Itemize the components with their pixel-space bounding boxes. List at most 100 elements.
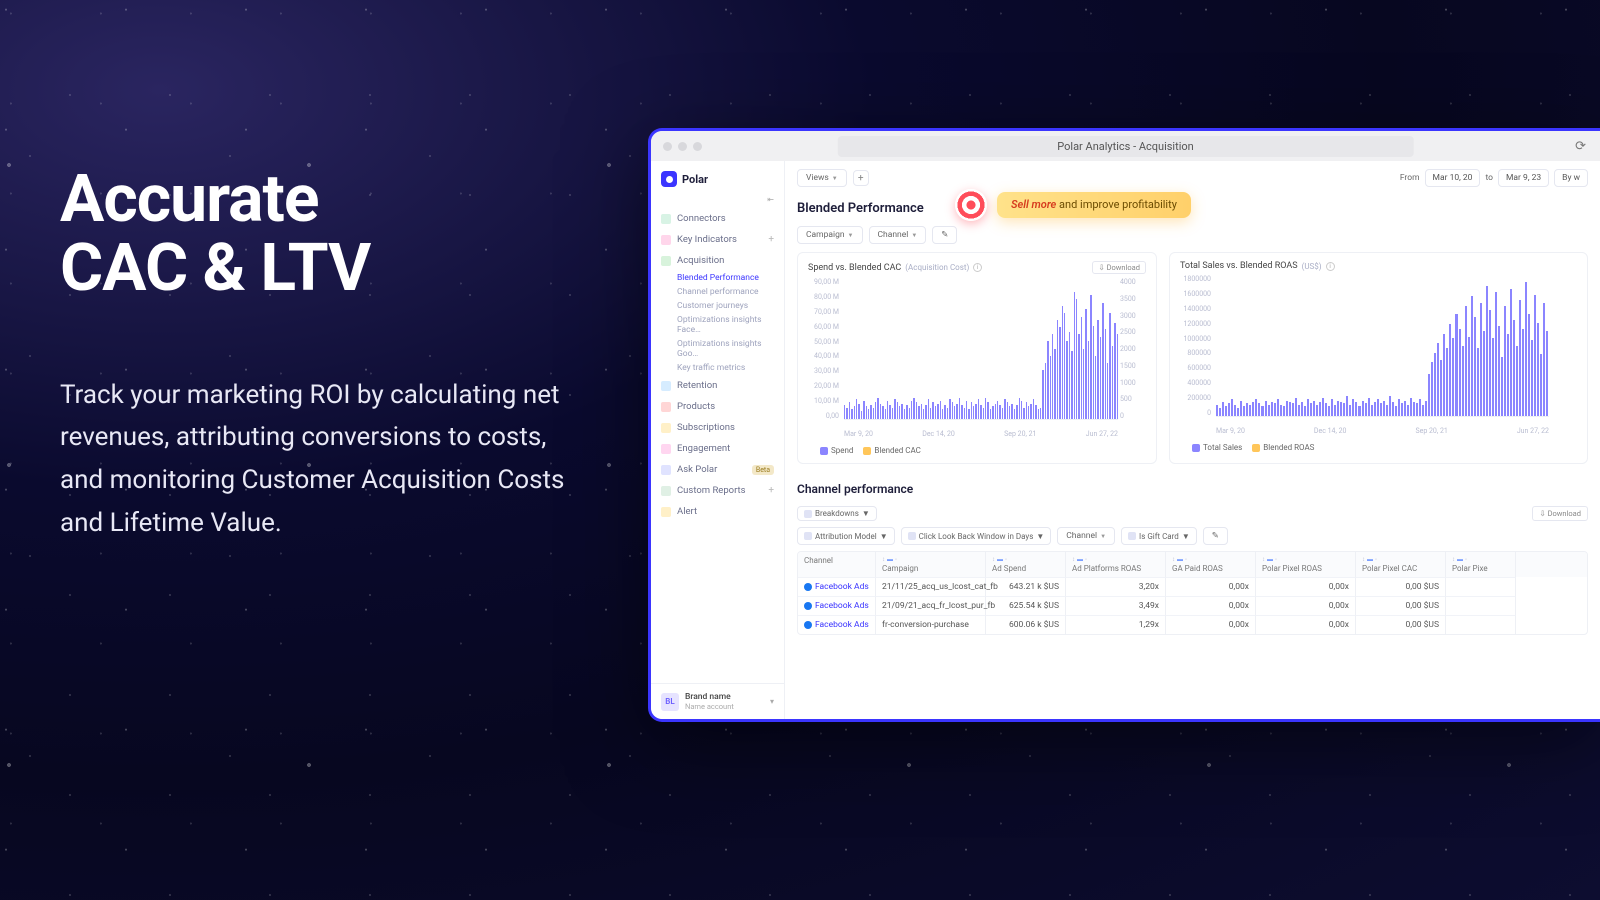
settings-icon: [804, 510, 812, 518]
chevron-down-icon: ▾: [770, 697, 774, 706]
subnav-channel-performance[interactable]: Channel performance: [651, 285, 784, 299]
nav-key-indicators[interactable]: Key Indicators+: [651, 229, 784, 250]
chart-sales-vs-roas: Total Sales vs. Blended ROAS (US$) i 180…: [1169, 252, 1588, 464]
account-name: Name account: [685, 702, 734, 711]
promo-callout: Sell more and improve profitability: [955, 189, 1191, 221]
account-brand: Brand name: [685, 692, 734, 702]
model-icon: [804, 532, 812, 540]
main-content: Views▼ + From Mar 10, 20 to Mar 9, 23 By…: [785, 161, 1600, 719]
section-header: Blended Performance Sell more and improv…: [785, 195, 1600, 226]
hero-text: AccurateCAC & LTV Track your marketing R…: [60, 165, 590, 545]
chart-subtitle: (Acquisition Cost): [905, 263, 969, 272]
chart-legend: Total Sales Blended ROAS: [1180, 435, 1577, 452]
collapse-sidebar-icon[interactable]: ⇤: [767, 195, 784, 204]
channel-table: Channel↕▬◦Campaign↕▬◦Ad Spend↕▬◦Ad Platf…: [797, 551, 1588, 635]
window-title: Polar Analytics - Acquisition: [837, 136, 1413, 157]
spark-icon: [661, 444, 671, 454]
table-row[interactable]: Facebook Adsfr-conversion-purchase600.06…: [798, 615, 1587, 634]
nav-connectors[interactable]: Connectors: [651, 208, 784, 229]
traffic-lights[interactable]: [663, 142, 702, 151]
section2-title: Channel performance: [797, 482, 1588, 496]
chart-icon: [661, 256, 671, 266]
plug-icon: [661, 214, 671, 224]
chart-legend: Spend Blended CAC: [808, 438, 1146, 455]
col-header[interactable]: ↕▬◦Campaign: [876, 552, 986, 577]
chart-title-text: Total Sales vs. Blended ROAS: [1180, 261, 1298, 271]
add-view-button[interactable]: +: [853, 170, 869, 186]
legend-cac: Blended CAC: [863, 446, 920, 455]
facebook-icon: [804, 602, 812, 610]
x-axis: Mar 9, 20Dec 14, 20Sep 20, 21Jun 27, 22: [844, 430, 1118, 438]
hero-title: AccurateCAC & LTV: [60, 165, 590, 304]
facebook-icon: [804, 621, 812, 629]
add-icon[interactable]: +: [768, 485, 774, 496]
attribution-model-dropdown[interactable]: Attribution Model ▼: [797, 527, 895, 545]
info-icon[interactable]: i: [973, 263, 982, 272]
clock-icon: [908, 532, 916, 540]
y-axis-left: 1800000160000014000001200000100000080000…: [1180, 275, 1214, 417]
avatar: BL: [661, 693, 679, 711]
subnav-key-traffic[interactable]: Key traffic metrics: [651, 361, 784, 375]
lookback-dropdown[interactable]: Click Look Back Window in Days ▼: [901, 527, 1052, 545]
chart-subtitle: (US$): [1302, 262, 1322, 271]
subnav-blended-performance[interactable]: Blended Performance: [651, 271, 784, 285]
edit-filters-button[interactable]: ✎: [932, 226, 957, 244]
table-row[interactable]: Facebook Ads21/09/21_acq_fr_lcost_pur_fb…: [798, 596, 1587, 615]
facebook-icon: [804, 583, 812, 591]
heart-icon: [661, 235, 671, 245]
report-icon: [661, 486, 671, 496]
date-from[interactable]: Mar 10, 20: [1425, 169, 1481, 187]
edit-filters-button[interactable]: ✎: [1203, 527, 1228, 545]
breakdowns-dropdown[interactable]: Breakdowns ▼: [797, 506, 877, 521]
section-title: Blended Performance: [797, 201, 924, 216]
star-icon: [661, 423, 671, 433]
col-header[interactable]: ↕▬◦Polar Pixel ROAS: [1256, 552, 1356, 577]
chart-spend-vs-cac: Spend vs. Blended CAC (Acquisition Cost)…: [797, 252, 1157, 464]
reload-icon[interactable]: ⟳: [1575, 139, 1586, 154]
col-header[interactable]: ↕▬◦Polar Pixel CAC: [1356, 552, 1446, 577]
target-icon: [955, 189, 987, 221]
channel-filter[interactable]: Channel ▼: [1057, 527, 1115, 545]
download-button[interactable]: ⇩ Download: [1092, 261, 1146, 274]
col-header[interactable]: ↕▬◦Ad Platforms ROAS: [1066, 552, 1166, 577]
granularity-dropdown[interactable]: By w: [1554, 169, 1588, 187]
x-axis: Mar 9, 20Dec 14, 20Sep 20, 21Jun 27, 22: [1216, 427, 1549, 435]
from-label: From: [1400, 173, 1420, 183]
brand[interactable]: Polar: [651, 161, 784, 195]
nav-engagement[interactable]: Engagement: [651, 438, 784, 459]
window-titlebar: Polar Analytics - Acquisition ⟳: [651, 131, 1600, 161]
nav-alert[interactable]: Alert: [651, 501, 784, 522]
info-icon[interactable]: i: [1326, 262, 1335, 271]
gift-icon: [1128, 532, 1136, 540]
views-dropdown[interactable]: Views▼: [797, 169, 847, 187]
top-toolbar: Views▼ + From Mar 10, 20 to Mar 9, 23 By…: [785, 161, 1600, 195]
to-label: to: [1485, 173, 1493, 183]
download-button[interactable]: ⇩ Download: [1532, 506, 1588, 521]
col-header[interactable]: ↕▬◦Ad Spend: [986, 552, 1066, 577]
nav-retention[interactable]: Retention: [651, 375, 784, 396]
nav-products[interactable]: Products: [651, 396, 784, 417]
subnav-opt-google[interactable]: Optimizations insights Goo…: [651, 337, 784, 361]
brand-name: Polar: [682, 173, 708, 186]
col-header[interactable]: Channel: [798, 552, 876, 577]
date-to[interactable]: Mar 9, 23: [1498, 169, 1549, 187]
subnav-customer-journeys[interactable]: Customer journeys: [651, 299, 784, 313]
channel-performance-section: Channel performance Breakdowns ▼ ⇩ Downl…: [785, 464, 1600, 635]
add-icon[interactable]: +: [768, 234, 774, 245]
giftcard-filter[interactable]: Is Gift Card ▼: [1121, 527, 1197, 545]
alert-icon: [661, 507, 671, 517]
col-header[interactable]: ↕▬◦Polar Pixe: [1446, 552, 1516, 577]
campaign-filter[interactable]: Campaign▼: [797, 226, 863, 244]
callout-text: Sell more and improve profitability: [997, 192, 1191, 218]
nav-ask-polar[interactable]: Ask PolarBeta: [651, 459, 784, 480]
nav-subscriptions[interactable]: Subscriptions: [651, 417, 784, 438]
account-switcher[interactable]: BL Brand nameName account ▾: [651, 683, 784, 719]
chart-plot: [844, 278, 1118, 420]
table-row[interactable]: Facebook Ads21/11/25_acq_us_lcost_cat_fb…: [798, 577, 1587, 596]
col-header[interactable]: ↕▬◦GA Paid ROAS: [1166, 552, 1256, 577]
subnav-opt-facebook[interactable]: Optimizations insights Face…: [651, 313, 784, 337]
nav-acquisition[interactable]: Acquisition: [651, 250, 784, 271]
beta-badge: Beta: [752, 465, 774, 475]
channel-filter[interactable]: Channel▼: [869, 226, 927, 244]
nav-custom-reports[interactable]: Custom Reports+: [651, 480, 784, 501]
